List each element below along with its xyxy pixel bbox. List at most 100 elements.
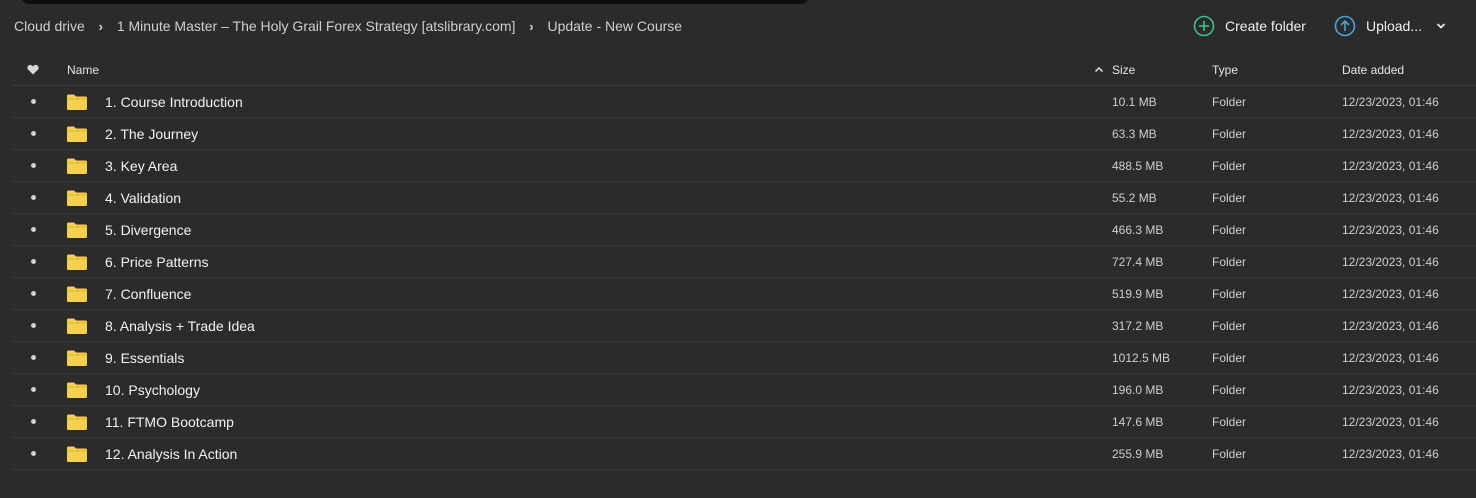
- name-cell: 4. Validation: [54, 190, 1112, 206]
- type-cell: Folder: [1212, 446, 1247, 461]
- date-cell: 12/23/2023, 01:46: [1342, 94, 1439, 109]
- table-row[interactable]: 4. Validation 55.2 MB Folder 12/23/2023,…: [12, 182, 1476, 214]
- dot-icon: [30, 163, 36, 168]
- table-row[interactable]: 9. Essentials 1012.5 MB Folder 12/23/202…: [12, 342, 1476, 374]
- type-cell: Folder: [1212, 254, 1247, 269]
- favourite-toggle[interactable]: [12, 419, 54, 424]
- sort-ascending-icon[interactable]: [1094, 66, 1104, 73]
- file-name: 10. Psychology: [105, 381, 200, 398]
- date-cell: 12/23/2023, 01:46: [1342, 286, 1439, 301]
- table-row[interactable]: 2. The Journey 63.3 MB Folder 12/23/2023…: [12, 118, 1476, 150]
- date-cell: 12/23/2023, 01:46: [1342, 126, 1439, 141]
- size-cell: 519.9 MB: [1112, 286, 1164, 301]
- dot-icon: [30, 419, 36, 424]
- date-cell: 12/23/2023, 01:46: [1342, 382, 1439, 397]
- size-cell: 196.0 MB: [1112, 382, 1164, 397]
- upload-button[interactable]: Upload...: [1334, 15, 1462, 37]
- size-column-header[interactable]: Size: [1112, 63, 1212, 77]
- name-cell: 6. Price Patterns: [54, 254, 1112, 270]
- file-name: 7. Confluence: [105, 285, 192, 302]
- name-cell: 8. Analysis + Trade Idea: [54, 318, 1112, 334]
- dot-icon: [30, 195, 36, 200]
- table-row[interactable]: 1. Course Introduction 10.1 MB Folder 12…: [12, 86, 1476, 118]
- date-column-header[interactable]: Date added: [1342, 63, 1476, 77]
- breadcrumb-item-cloud-drive[interactable]: Cloud drive: [14, 18, 85, 34]
- dot-icon: [30, 291, 36, 296]
- favourite-column-header[interactable]: [12, 64, 54, 75]
- table-header: Name Size Type Date added: [12, 54, 1476, 86]
- heart-icon: [27, 64, 39, 75]
- favourite-toggle[interactable]: [12, 323, 54, 328]
- create-folder-button[interactable]: Create folder: [1193, 15, 1306, 37]
- name-cell: 5. Divergence: [54, 222, 1112, 238]
- folder-icon: [67, 414, 87, 430]
- folder-icon: [67, 318, 87, 334]
- favourite-toggle[interactable]: [12, 99, 54, 104]
- type-cell: Folder: [1212, 222, 1247, 237]
- favourite-toggle[interactable]: [12, 451, 54, 456]
- create-folder-label: Create folder: [1225, 18, 1306, 34]
- size-cell: 63.3 MB: [1112, 126, 1157, 141]
- file-name: 6. Price Patterns: [105, 253, 209, 270]
- table-row[interactable]: 12. Analysis In Action 255.9 MB Folder 1…: [12, 438, 1476, 470]
- size-cell: 466.3 MB: [1112, 222, 1164, 237]
- table-row[interactable]: 6. Price Patterns 727.4 MB Folder 12/23/…: [12, 246, 1476, 278]
- name-cell: 11. FTMO Bootcamp: [54, 414, 1112, 430]
- type-cell: Folder: [1212, 350, 1247, 365]
- name-cell: 7. Confluence: [54, 286, 1112, 302]
- size-cell: 55.2 MB: [1112, 190, 1157, 205]
- dot-icon: [30, 99, 36, 104]
- type-cell: Folder: [1212, 158, 1247, 173]
- size-cell: 488.5 MB: [1112, 158, 1164, 173]
- file-name: 8. Analysis + Trade Idea: [105, 317, 255, 334]
- table-row[interactable]: 11. FTMO Bootcamp 147.6 MB Folder 12/23/…: [12, 406, 1476, 438]
- favourite-toggle[interactable]: [12, 355, 54, 360]
- favourite-toggle[interactable]: [12, 131, 54, 136]
- table-row[interactable]: 7. Confluence 519.9 MB Folder 12/23/2023…: [12, 278, 1476, 310]
- dot-icon: [30, 131, 36, 136]
- upload-arrow-icon: [1334, 15, 1356, 37]
- breadcrumb-item-current[interactable]: Update - New Course: [547, 18, 682, 34]
- name-column-header[interactable]: Name: [54, 63, 1112, 77]
- folder-icon: [67, 222, 87, 238]
- date-cell: 12/23/2023, 01:46: [1342, 222, 1439, 237]
- size-cell: 727.4 MB: [1112, 254, 1164, 269]
- name-column-label: Name: [67, 62, 100, 77]
- date-cell: 12/23/2023, 01:46: [1342, 446, 1439, 461]
- type-cell: Folder: [1212, 318, 1247, 333]
- folder-icon: [67, 126, 87, 142]
- chevron-right-icon: ›: [98, 18, 103, 34]
- type-cell: Folder: [1212, 94, 1247, 109]
- table-row[interactable]: 10. Psychology 196.0 MB Folder 12/23/202…: [12, 374, 1476, 406]
- favourite-toggle[interactable]: [12, 227, 54, 232]
- favourite-toggle[interactable]: [12, 387, 54, 392]
- table-row[interactable]: 8. Analysis + Trade Idea 317.2 MB Folder…: [12, 310, 1476, 342]
- favourite-toggle[interactable]: [12, 259, 54, 264]
- folder-icon: [67, 94, 87, 110]
- file-name: 5. Divergence: [105, 221, 192, 238]
- favourite-toggle[interactable]: [12, 163, 54, 168]
- name-cell: 3. Key Area: [54, 158, 1112, 174]
- folder-icon: [67, 158, 87, 174]
- dot-icon: [30, 259, 36, 264]
- date-cell: 12/23/2023, 01:46: [1342, 318, 1439, 333]
- folder-icon: [67, 190, 87, 206]
- table-row[interactable]: 3. Key Area 488.5 MB Folder 12/23/2023, …: [12, 150, 1476, 182]
- dot-icon: [30, 387, 36, 392]
- type-cell: Folder: [1212, 382, 1247, 397]
- table-row[interactable]: 5. Divergence 466.3 MB Folder 12/23/2023…: [12, 214, 1476, 246]
- upload-label: Upload...: [1365, 18, 1422, 34]
- size-cell: 10.1 MB: [1112, 94, 1157, 109]
- chevron-right-icon: ›: [529, 18, 534, 34]
- dot-icon: [30, 323, 36, 328]
- file-name: 12. Analysis In Action: [105, 445, 238, 462]
- type-column-header[interactable]: Type: [1212, 63, 1342, 77]
- favourite-toggle[interactable]: [12, 195, 54, 200]
- folder-icon: [67, 350, 87, 366]
- date-cell: 12/23/2023, 01:46: [1342, 190, 1439, 205]
- chevron-down-icon[interactable]: [1436, 22, 1446, 30]
- favourite-toggle[interactable]: [12, 291, 54, 296]
- breadcrumb: Cloud drive › 1 Minute Master – The Holy…: [14, 18, 682, 34]
- type-cell: Folder: [1212, 286, 1247, 301]
- breadcrumb-item-course[interactable]: 1 Minute Master – The Holy Grail Forex S…: [117, 18, 516, 34]
